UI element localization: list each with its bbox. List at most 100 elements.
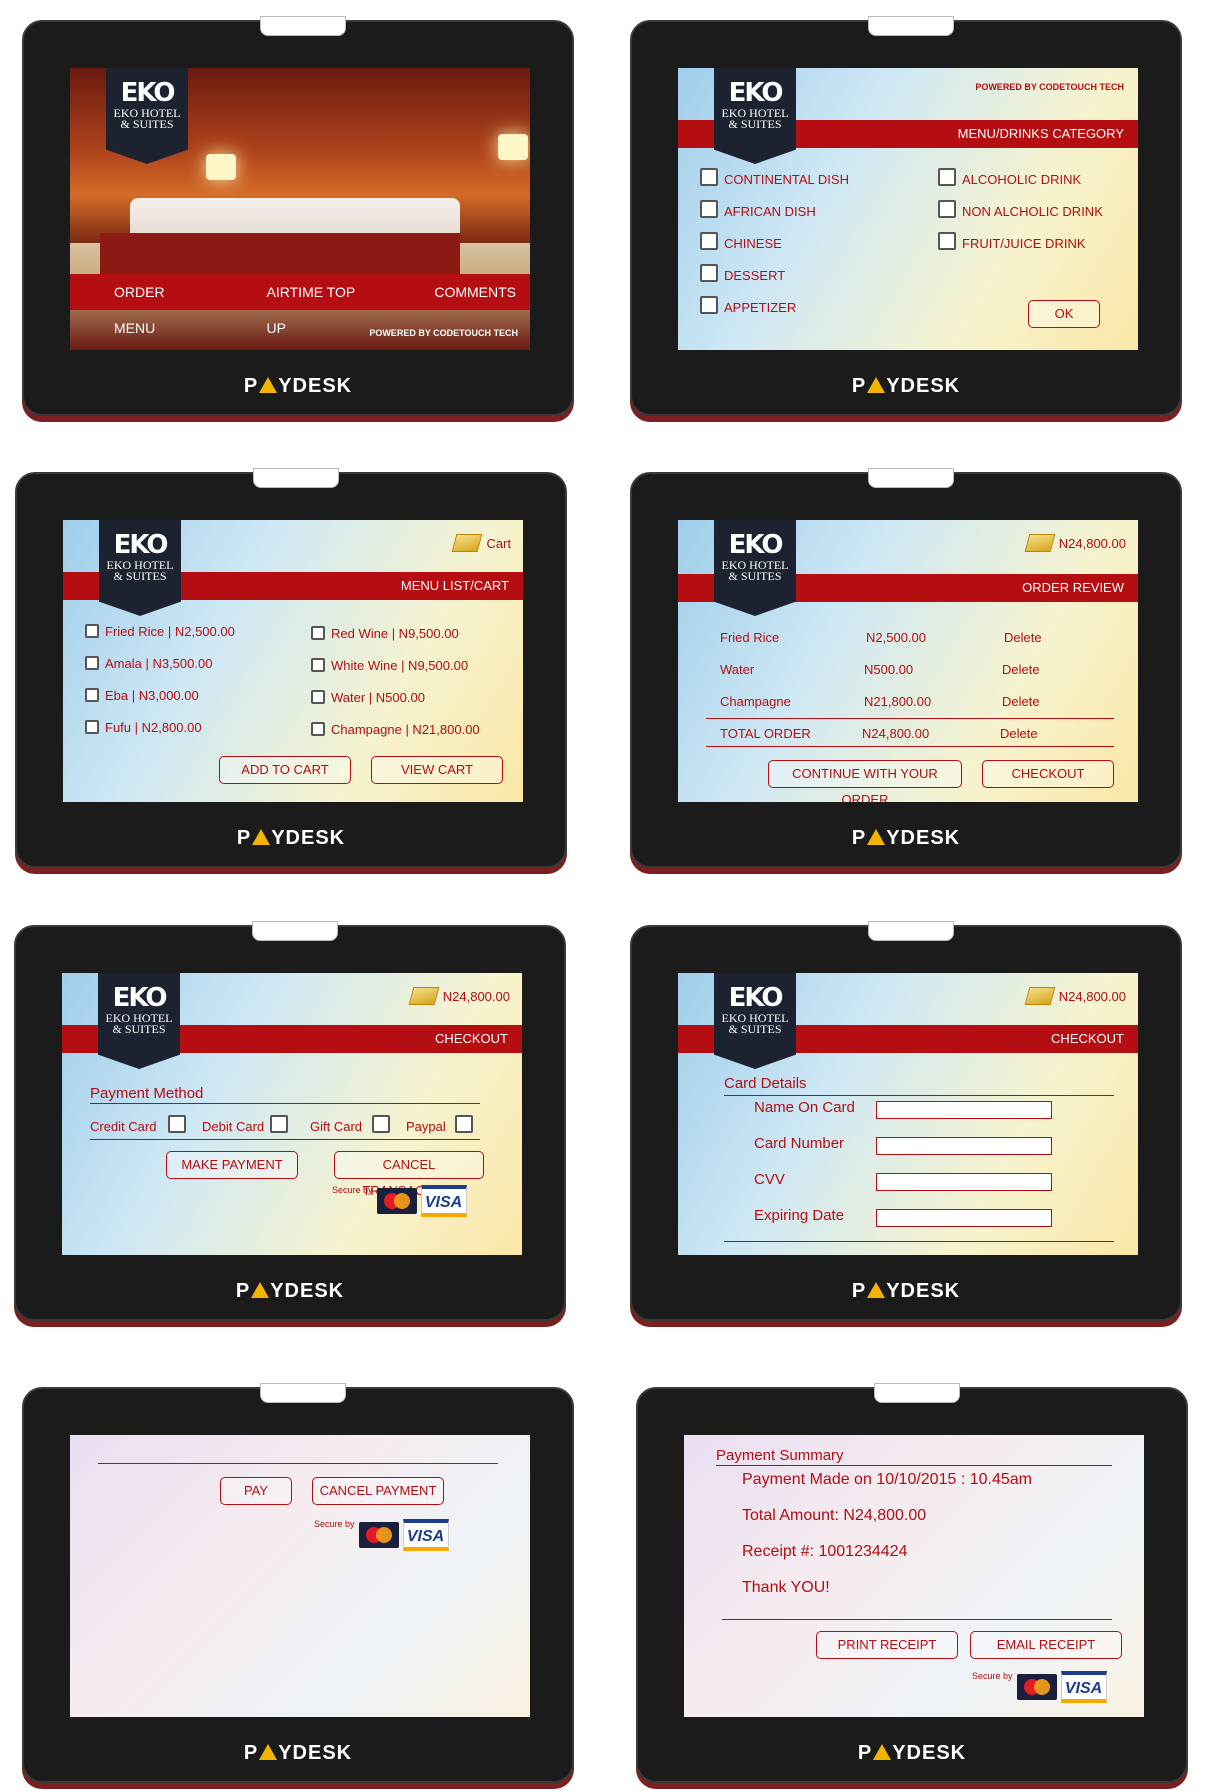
divider [724, 1241, 1114, 1242]
delete-link[interactable]: Delete [1002, 694, 1040, 709]
menu-item[interactable]: Fufu | N2,800.00 [85, 720, 202, 735]
payment-method-heading: Payment Method [90, 1085, 204, 1102]
field-label: Name On Card [754, 1099, 855, 1116]
thank-you-message: Thank YOU! [742, 1579, 830, 1596]
payment-option[interactable]: Paypal [406, 1115, 479, 1134]
checkbox[interactable] [700, 232, 718, 250]
menu-list-screen: EKO EKO HOTEL & SUITES Cart MENU LIST/CART… [63, 520, 523, 802]
divider [724, 1095, 1114, 1096]
airtime-top-up-button[interactable]: AIRTIME TOP UP [267, 274, 373, 336]
cancel-transaction-button[interactable]: CANCEL TRANSACTION [334, 1151, 484, 1198]
divider [716, 1465, 1112, 1466]
menu-item[interactable]: Eba | N3,000.00 [85, 688, 199, 703]
delete-link[interactable]: Delete [1002, 662, 1040, 677]
checkbox[interactable] [700, 168, 718, 186]
divider [90, 1103, 480, 1104]
category-item[interactable]: APPETIZER [700, 296, 796, 315]
paydesk-brand: P YDESK [235, 1280, 345, 1302]
cart-icon [408, 987, 440, 1005]
payment-option[interactable]: Credit Card [90, 1115, 192, 1134]
category-screen: EKO EKO HOTEL & SUITES POWERED BY CODETOUC… [678, 68, 1138, 350]
home-menu-bar: ORDER MENU AIRTIME TOP UP COMMENTS [70, 274, 530, 336]
order-total-price: N24,800.00 [862, 726, 930, 741]
checkbox[interactable] [700, 296, 718, 314]
cart-icon [1024, 987, 1056, 1005]
category-item[interactable]: ALCOHOLIC DRINK [938, 168, 1081, 187]
order-item: Champagne [720, 694, 791, 709]
menu-item[interactable]: Red Wine | N9,500.00 [311, 626, 459, 641]
add-to-cart-button[interactable]: ADD TO CART [219, 756, 351, 784]
category-item[interactable]: FRUIT/JUICE DRINK [938, 232, 1086, 251]
category-item[interactable]: AFRICAN DISH [700, 200, 816, 219]
checkbox[interactable] [311, 626, 325, 640]
order-menu-button[interactable]: ORDER MENU [114, 274, 205, 336]
cancel-payment-button[interactable]: CANCEL PAYMENT [312, 1477, 444, 1505]
pay-button[interactable]: PAY [220, 1477, 292, 1505]
menu-item[interactable]: Fried Rice | N2,500.00 [85, 624, 235, 639]
make-payment-button[interactable]: MAKE PAYMENT [166, 1151, 298, 1179]
menu-item[interactable]: Water | N500.00 [311, 690, 425, 705]
comments-button[interactable]: COMMENTS [434, 274, 516, 310]
total-amount: Total Amount: N24,800.00 [742, 1507, 927, 1524]
checkbox[interactable] [85, 624, 99, 638]
checkbox[interactable] [938, 168, 956, 186]
order-price: N2,500.00 [866, 630, 926, 645]
checkbox[interactable] [269, 1115, 288, 1133]
card-logos: Secure by VISA [332, 1185, 467, 1217]
divider [722, 1619, 1112, 1620]
cvv-input[interactable] [876, 1173, 1052, 1191]
checkbox[interactable] [455, 1115, 474, 1133]
divider [706, 746, 1114, 747]
print-receipt-button[interactable]: PRINT RECEIPT [816, 1631, 958, 1659]
checkbox[interactable] [938, 200, 956, 218]
cart-total[interactable]: N24,800.00 [1024, 987, 1126, 1005]
ok-button[interactable]: OK [1028, 300, 1100, 328]
checkbox[interactable] [371, 1115, 390, 1133]
continue-order-button[interactable]: CONTINUE WITH YOUR ORDER [768, 760, 962, 802]
card-details-heading: Card Details [724, 1075, 807, 1092]
checkbox[interactable] [168, 1115, 187, 1133]
powered-by: POWERED BY CODETOUCH TECH [369, 328, 518, 338]
category-item[interactable]: CHINESE [700, 232, 782, 251]
category-item[interactable]: DESSERT [700, 264, 785, 283]
payment-option[interactable]: Debit Card [202, 1115, 294, 1134]
delete-link[interactable]: Delete [1000, 726, 1038, 741]
menu-item[interactable]: White Wine | N9,500.00 [311, 658, 468, 673]
cart-total[interactable]: N24,800.00 [1024, 534, 1126, 552]
checkout-button[interactable]: CHECKOUT [982, 760, 1114, 788]
category-item[interactable]: NON ALCHOLIC DRINK [938, 200, 1103, 219]
eko-hotel-logo: EKO EKO HOTEL & SUITES [714, 68, 796, 164]
eko-hotel-logo: EKO EKO HOTEL & SUITES [98, 973, 180, 1069]
device-payment-summary: Payment Summary Payment Made on 10/10/20… [636, 1383, 1188, 1783]
checkbox[interactable] [85, 720, 99, 734]
name-on-card-input[interactable] [876, 1101, 1052, 1119]
checkbox[interactable] [938, 232, 956, 250]
checkbox[interactable] [700, 264, 718, 282]
checkbox[interactable] [311, 690, 325, 704]
checkbox[interactable] [311, 722, 325, 736]
payment-option[interactable]: Gift Card [310, 1115, 396, 1134]
category-item[interactable]: CONTINENTAL DISH [700, 168, 849, 187]
checkbox[interactable] [85, 688, 99, 702]
paydesk-brand: P YDESK [851, 1280, 961, 1302]
visa-icon: VISA [402, 1519, 449, 1551]
mastercard-icon [1016, 1674, 1057, 1700]
powered-by: POWERED BY CODETOUCH TECH [975, 82, 1124, 92]
delete-link[interactable]: Delete [1004, 630, 1042, 645]
expiring-date-input[interactable] [876, 1209, 1052, 1227]
menu-item[interactable]: Amala | N3,500.00 [85, 656, 212, 671]
checkbox[interactable] [85, 656, 99, 670]
card-logos: Secure by VISA [972, 1671, 1107, 1703]
checkbox[interactable] [311, 658, 325, 672]
cart-total[interactable]: N24,800.00 [408, 987, 510, 1005]
cart-icon [452, 534, 483, 552]
checkbox[interactable] [700, 200, 718, 218]
menu-item[interactable]: Champagne | N21,800.00 [311, 722, 480, 737]
eko-hotel-logo: EKO EKO HOTEL & SUITES [106, 68, 188, 164]
device-menu-list: EKO EKO HOTEL & SUITES Cart MENU LIST/CART… [15, 468, 567, 868]
card-number-input[interactable] [876, 1137, 1052, 1155]
email-receipt-button[interactable]: EMAIL RECEIPT [970, 1631, 1122, 1659]
paydesk-brand: P YDESK [243, 375, 353, 397]
cart-link[interactable]: Cart [452, 534, 511, 552]
view-cart-button[interactable]: VIEW CART [371, 756, 503, 784]
